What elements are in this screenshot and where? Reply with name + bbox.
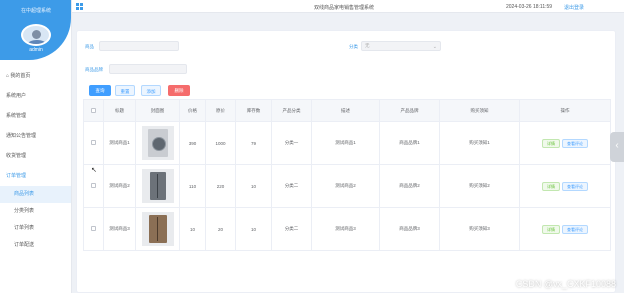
cell-title: 测试商品1 [103, 121, 136, 165]
cell-category: 分类一 [271, 121, 312, 165]
sidebar: 在中超理系统 admin ⌂ 我的首页 系统用户 系统管理 通知公告管理 收货管… [0, 0, 72, 293]
row-checkbox[interactable] [83, 207, 104, 251]
home-icon: ⌂ [6, 73, 10, 79]
brand-header: 在中超理系统 admin [0, 0, 71, 60]
search-brand-input[interactable] [109, 64, 187, 74]
view-comments-button[interactable]: 查看评论 [562, 181, 588, 191]
table-row: 测试商品2 110 220 10 分类二 测试商品2 商品品牌2 购买须知2 详… [83, 164, 611, 208]
cell-notice: 购买须知1 [439, 121, 520, 165]
cell-category: 分类二 [271, 207, 312, 251]
cell-category: 分类二 [271, 164, 312, 208]
header-select[interactable] [83, 99, 104, 122]
cell-desc: 测试商品1 [311, 121, 380, 165]
sidebar-item-receiving[interactable]: 收货管理 [0, 146, 71, 166]
sidebar-item-system[interactable]: 系统管理 [0, 106, 71, 126]
cell-cover [135, 207, 180, 251]
header-price: 价格 [179, 99, 206, 122]
cell-title: 测试商品3 [103, 207, 136, 251]
cell-price: 110 [179, 164, 206, 208]
table-row: 测试商品3 10 20 10 分类二 测试商品3 商品品牌3 购买须知3 详情查… [83, 207, 611, 251]
header-notice: 购买须知 [439, 99, 520, 122]
cell-actions: 详情 查看评论 [519, 164, 611, 208]
cell-brand: 商品品牌3 [379, 207, 440, 251]
cell-cover [135, 164, 180, 208]
cell-desc: 测试商品3 [311, 207, 380, 251]
product-image [141, 212, 174, 246]
cell-price: 390 [179, 121, 206, 165]
mouse-cursor-icon: ↖ [91, 167, 97, 174]
top-bar: 双线商品家电销售管理系统 2024-03-26 18:11:59 退出登录 [72, 0, 624, 13]
cell-title: 测试商品2 [103, 164, 136, 208]
header-orig: 原价 [205, 99, 236, 122]
detail-button[interactable]: 详情 [542, 138, 560, 148]
cell-stock: 10 [235, 207, 272, 251]
sidebar-item-home[interactable]: ⌂ 我的首页 [0, 66, 71, 86]
search-type-select[interactable]: 无 ⌄ [361, 41, 441, 51]
chevron-down-icon: ⌄ [432, 44, 437, 50]
sidebar-item-users[interactable]: 系统用户 [0, 86, 71, 106]
main-panel: 商品 分类 无 ⌄ 商品品牌 查询 重置 添加 删除 标题 封面图 价格 原价 库… [76, 30, 616, 293]
add-button[interactable]: 添加 [141, 85, 161, 96]
cell-notice: 购买须知2 [439, 164, 520, 208]
side-collapse-handle[interactable]: ‹ [610, 132, 624, 162]
sidebar-item-notice[interactable]: 通知公告管理 [0, 126, 71, 146]
view-comments-button[interactable]: 查看评论 [562, 138, 588, 148]
reset-button[interactable]: 重置 [115, 85, 135, 96]
search-type-label: 分类 [349, 44, 358, 49]
select-value: 无 [365, 43, 370, 48]
delete-button[interactable]: 删除 [168, 85, 190, 96]
table-header-row: 标题 封面图 价格 原价 库存数 产品分类 描述 产品品牌 购买须知 操作 [83, 99, 611, 122]
table-row: 测试商品1 390 1000 79 分类一 测试商品1 商品品牌1 购买须知1 … [83, 121, 611, 165]
cell-desc: 测试商品2 [311, 164, 380, 208]
header-title: 标题 [103, 99, 136, 122]
cell-notice: 购买须知3 [439, 207, 520, 251]
detail-button[interactable]: 详情 [542, 224, 560, 234]
header-desc: 描述 [311, 99, 380, 122]
cell-orig: 220 [205, 164, 236, 208]
sidebar-subitem-products[interactable]: 商品列表 [0, 186, 71, 203]
cell-price: 10 [179, 207, 206, 251]
header-stock: 库存数 [235, 99, 272, 122]
cell-stock: 10 [235, 164, 272, 208]
product-image [141, 169, 174, 203]
detail-button[interactable]: 详情 [542, 181, 560, 191]
header-actions: 操作 [519, 99, 611, 122]
sidebar-subitem-delivery[interactable]: 订单配送 [0, 237, 71, 254]
row-checkbox[interactable] [83, 121, 104, 165]
sidebar-item-label: 我的首页 [10, 73, 31, 79]
view-comments-button[interactable]: 查看评论 [562, 224, 588, 234]
cell-actions: 详情 查看评论 [519, 121, 611, 165]
product-table: 标题 封面图 价格 原价 库存数 产品分类 描述 产品品牌 购买须知 操作 测试… [83, 99, 611, 251]
search-name-label: 商品 [85, 44, 94, 49]
header-brand: 产品品牌 [379, 99, 440, 122]
search-name-input[interactable] [99, 41, 179, 51]
sidebar-subitem-order-list[interactable]: 订单列表 [0, 220, 71, 237]
cell-brand: 商品品牌1 [379, 121, 440, 165]
chevron-left-icon: ‹ [615, 140, 619, 151]
avatar[interactable] [21, 24, 51, 46]
cell-orig: 1000 [205, 121, 236, 165]
datetime: 2024-03-26 18:11:59 [506, 4, 553, 10]
user-name: admin [29, 47, 43, 53]
cell-orig: 20 [205, 207, 236, 251]
product-image [141, 126, 174, 160]
menu-grid-icon[interactable] [76, 3, 83, 10]
sidebar-item-orders[interactable]: 订单管理 [0, 166, 71, 186]
sidebar-subitem-categories[interactable]: 分类列表 [0, 203, 71, 220]
watermark: CSDN @vx_CXKF10088 [515, 279, 616, 289]
cell-cover [135, 121, 180, 165]
cell-brand: 商品品牌2 [379, 164, 440, 208]
header-category: 产品分类 [271, 99, 312, 122]
brand-title: 在中超理系统 [20, 8, 51, 14]
logout-link[interactable]: 退出登录 [564, 4, 584, 11]
header-cover: 封面图 [135, 99, 180, 122]
search-button[interactable]: 查询 [89, 85, 111, 96]
search-brand-label: 商品品牌 [85, 67, 103, 72]
cell-actions: 详情 查看评论 [519, 207, 611, 251]
cell-stock: 79 [235, 121, 272, 165]
sidebar-menu: ⌂ 我的首页 系统用户 系统管理 通知公告管理 收货管理 订单管理 商品列表 分… [0, 66, 71, 254]
system-title: 双线商品家电销售管理系统 [314, 5, 375, 11]
